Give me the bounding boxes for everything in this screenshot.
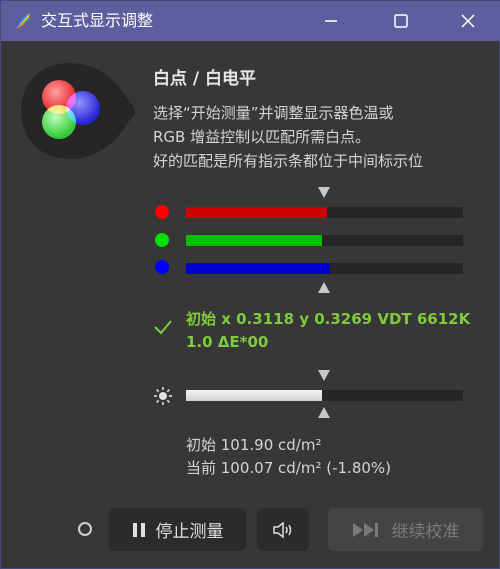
blue-gain-bar xyxy=(186,263,463,274)
red-gain-bar xyxy=(186,207,463,218)
measurement-result: 初始 x 0.3118 y 0.3269 VDT 6612K 1.0 ΔE*00 xyxy=(186,308,486,354)
measurement-status-indicator xyxy=(78,522,92,536)
speaker-icon xyxy=(273,520,292,539)
instructions-text: 选择“开始测量”并调整显示器色温或 RGB 增益控制以匹配所需白点。 好的匹配是… xyxy=(153,101,493,173)
close-icon xyxy=(461,14,475,28)
calibration-window: 交互式显示调整 白点 / 白电平 选择“开始测量”并调整显示器色温或 RGB 增… xyxy=(0,0,500,569)
stop-measurement-button[interactable]: 停止测量 xyxy=(109,508,246,551)
green-channel-dot xyxy=(155,233,169,247)
minimize-button[interactable] xyxy=(321,11,341,31)
green-gain-bar xyxy=(186,235,463,246)
luminance-current: 当前 100.07 cd/m² (-1.80%) xyxy=(186,459,392,477)
green-gain-fill xyxy=(186,235,322,246)
continue-calibration-label: 继续校准 xyxy=(391,522,460,542)
red-channel-dot xyxy=(155,205,169,219)
title-bar: 交互式显示调整 xyxy=(1,1,500,41)
red-gain-fill xyxy=(186,207,327,218)
rgb-circles-icon xyxy=(21,63,135,159)
result-line-initial: 初始 x 0.3118 y 0.3269 VDT 6612K xyxy=(186,310,471,328)
rainbow-feather-icon xyxy=(16,13,30,29)
maximize-button[interactable] xyxy=(391,11,411,31)
maximize-icon xyxy=(394,14,408,28)
close-button[interactable] xyxy=(458,11,478,31)
luminance-marker-bottom xyxy=(318,407,330,418)
stop-measurement-label: 停止测量 xyxy=(155,522,224,542)
target-marker-top xyxy=(318,187,330,198)
luminance-initial: 初始 101.90 cd/m² xyxy=(186,436,322,454)
instructions-line: RGB 增益控制以匹配所需白点。 xyxy=(153,128,371,146)
blue-gain-fill xyxy=(186,263,330,274)
blue-channel-dot xyxy=(155,260,169,274)
continue-calibration-button[interactable]: 继续校准 xyxy=(328,508,483,551)
instructions-line: 选择“开始测量”并调整显示器色温或 xyxy=(153,104,394,122)
sound-toggle-button[interactable] xyxy=(257,508,309,551)
luminance-readout: 初始 101.90 cd/m² 当前 100.07 cd/m² (-1.80%) xyxy=(186,434,391,480)
checkmark-icon xyxy=(154,320,172,335)
window-title: 交互式显示调整 xyxy=(41,11,154,30)
luminance-fill xyxy=(186,390,322,401)
luminance-bar xyxy=(186,390,463,401)
instructions-line: 好的匹配是所有指示条都位于中间标示位 xyxy=(153,152,424,170)
skip-forward-icon xyxy=(352,522,382,538)
minimize-icon xyxy=(325,20,337,22)
luminance-marker-top xyxy=(318,370,330,381)
target-marker-bottom xyxy=(318,282,330,293)
result-line-delta-e: 1.0 ΔE*00 xyxy=(186,333,269,351)
pause-icon xyxy=(132,522,146,538)
sun-icon xyxy=(154,387,172,405)
section-heading: 白点 / 白电平 xyxy=(153,69,257,89)
